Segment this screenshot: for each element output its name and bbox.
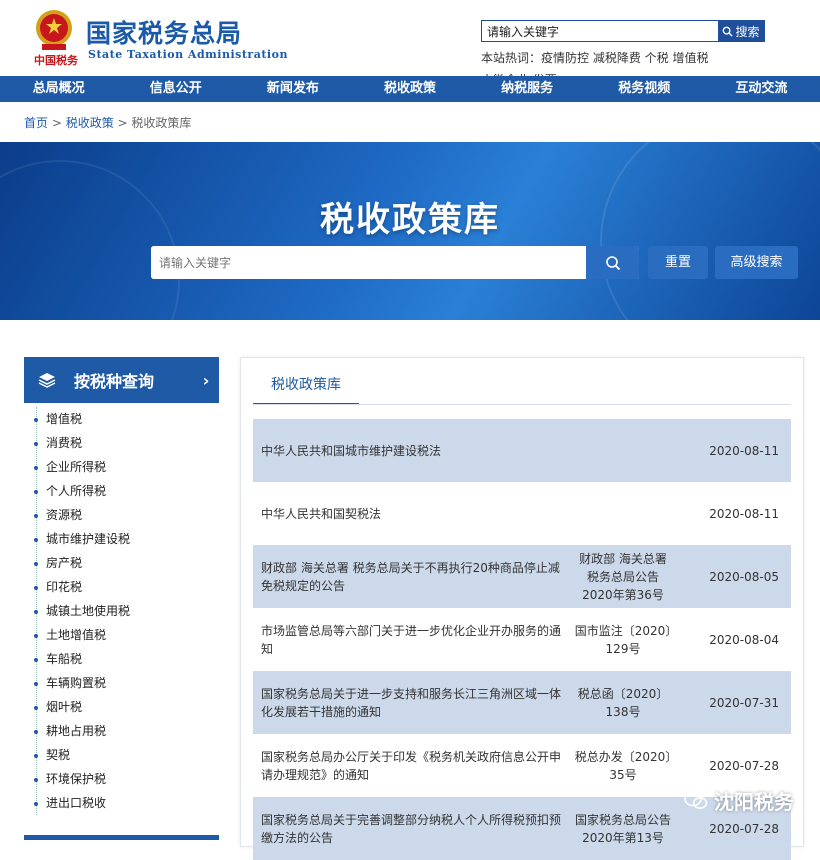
policy-banner: 税收政策库 重置 高级搜索 [0, 142, 820, 320]
advanced-search-button[interactable]: 高级搜索 [715, 246, 798, 279]
list-item[interactable]: 中华人民共和国城市维护建设税法 2020-08-11 [253, 419, 791, 482]
sidebar-item-urban-maintenance-tax[interactable]: 城市维护建设税 [34, 527, 219, 551]
breadcrumb-separator: > [48, 116, 66, 130]
policy-date: 2020-07-28 [709, 758, 779, 773]
tab-policy-library[interactable]: 税收政策库 [253, 372, 359, 405]
sidebar-item-deed-tax[interactable]: 契税 [34, 743, 219, 767]
sidebar-item-vehicle-vessel-tax[interactable]: 车船税 [34, 647, 219, 671]
wechat-watermark: 沈阳税务 [684, 786, 794, 815]
policy-title[interactable]: 中华人民共和国契税法 [253, 505, 563, 523]
divider [253, 404, 791, 405]
policy-title[interactable]: 国家税务总局关于进一步支持和服务长江三角洲区域一体化发展若干措施的通知 [253, 685, 563, 721]
site-header: 中国税务 国家税务总局 State Taxation Administratio… [0, 0, 820, 87]
top-search-input[interactable] [482, 21, 718, 41]
policy-date: 2020-07-31 [709, 695, 779, 710]
policy-doc-number: 国家税务总局公告2020年第13号 [574, 812, 671, 845]
policy-date: 2020-08-11 [709, 506, 779, 521]
nav-item-video[interactable]: 税务视频 [586, 76, 703, 102]
breadcrumb-separator: > [113, 116, 132, 130]
nav-item-interaction[interactable]: 互动交流 [703, 76, 820, 102]
sidebar-item-environmental-tax[interactable]: 环境保护税 [34, 767, 219, 791]
nav-item-info-disclosure[interactable]: 信息公开 [117, 76, 234, 102]
sidebar-list: 增值税 消费税 企业所得税 个人所得税 资源税 城市维护建设税 房产税 印花税 … [34, 407, 219, 815]
policy-date: 2020-08-05 [709, 569, 779, 584]
nav-item-tax-service[interactable]: 纳税服务 [469, 76, 586, 102]
nav-item-news[interactable]: 新闻发布 [234, 76, 351, 102]
national-emblem-icon [36, 10, 72, 50]
search-icon [723, 26, 734, 37]
sidebar-item-vehicle-purchase-tax[interactable]: 车辆购置税 [34, 671, 219, 695]
policy-title[interactable]: 财政部 海关总署 税务总局关于不再执行20种商品停止减免税规定的公告 [253, 559, 563, 595]
layers-icon [38, 373, 56, 388]
sidebar-title: 按税种查询 [74, 372, 155, 391]
policy-search-button[interactable] [586, 246, 639, 279]
policy-title[interactable]: 国家税务总局办公厅关于印发《税务机关政府信息公开申请办理规范》的通知 [253, 748, 563, 784]
sidebar-item-farmland-occupation-tax[interactable]: 耕地占用税 [34, 719, 219, 743]
breadcrumb-home[interactable]: 首页 [24, 116, 48, 130]
breadcrumb: 首页 > 税收政策 > 税收政策库 [24, 114, 191, 131]
list-item[interactable]: 财政部 海关总署 税务总局关于不再执行20种商品停止减免税规定的公告 财政部 海… [253, 545, 791, 608]
site-name-cn[interactable]: 国家税务总局 [86, 14, 242, 50]
main-nav: 总局概况 信息公开 新闻发布 税收政策 纳税服务 税务视频 互动交流 [0, 76, 820, 102]
reset-button[interactable]: 重置 [648, 246, 708, 279]
policy-date: 2020-08-04 [709, 632, 779, 647]
sidebar-item-land-appreciation-tax[interactable]: 土地增值税 [34, 623, 219, 647]
breadcrumb-current: 税收政策库 [131, 116, 192, 130]
sidebar-item-corporate-income-tax[interactable]: 企业所得税 [34, 455, 219, 479]
list-item[interactable]: 国家税务总局关于进一步支持和服务长江三角洲区域一体化发展若干措施的通知 税总函〔… [253, 671, 791, 734]
tax-type-sidebar: 按税种查询 › 增值税 消费税 企业所得税 个人所得税 资源税 城市维护建设税 … [24, 357, 219, 840]
top-search-button[interactable]: 搜索 [718, 21, 764, 41]
sidebar-item-individual-income-tax[interactable]: 个人所得税 [34, 479, 219, 503]
list-item[interactable]: 中华人民共和国契税法 2020-08-11 [253, 482, 791, 545]
policy-title[interactable]: 市场监管总局等六部门关于进一步优化企业开办服务的通知 [253, 622, 563, 658]
sidebar-item-urban-land-use-tax[interactable]: 城镇土地使用税 [34, 599, 219, 623]
policy-date: 2020-07-28 [709, 821, 779, 836]
sidebar-item-stamp-tax[interactable]: 印花税 [34, 575, 219, 599]
sidebar-item-import-export-tax[interactable]: 进出口税收 [34, 791, 219, 815]
policy-doc-number: 财政部 海关总署 税务总局公告2020年第36号 [579, 551, 667, 602]
banner-title: 税收政策库 [320, 200, 500, 240]
policy-doc-number: 税总办发〔2020〕35号 [574, 749, 672, 782]
breadcrumb-tax-policy[interactable]: 税收政策 [66, 116, 114, 130]
policy-title[interactable]: 中华人民共和国城市维护建设税法 [253, 442, 563, 460]
sidebar-item-property-tax[interactable]: 房产税 [34, 551, 219, 575]
sidebar-item-consumption-tax[interactable]: 消费税 [34, 431, 219, 455]
policy-doc-number: 税总函〔2020〕138号 [577, 686, 669, 719]
policy-title[interactable]: 国家税务总局关于完善调整部分纳税人个人所得税预扣预缴方法的公告 [253, 811, 563, 847]
wechat-icon [684, 791, 708, 809]
sidebar-item-resource-tax[interactable]: 资源税 [34, 503, 219, 527]
site-name-en: State Taxation Administration [88, 48, 288, 61]
top-search-button-label: 搜索 [735, 24, 760, 39]
chevron-right-icon: › [202, 370, 210, 390]
search-icon [605, 255, 620, 270]
policy-search-input[interactable] [151, 246, 586, 279]
sidebar-header[interactable]: 按税种查询 › [24, 357, 219, 403]
nav-item-overview[interactable]: 总局概况 [0, 76, 117, 102]
policy-doc-number: 国市监注〔2020〕129号 [574, 623, 672, 656]
nav-item-tax-policy[interactable]: 税收政策 [351, 76, 468, 102]
sidebar-item-tobacco-leaf-tax[interactable]: 烟叶税 [34, 695, 219, 719]
list-item[interactable]: 市场监管总局等六部门关于进一步优化企业开办服务的通知 国市监注〔2020〕129… [253, 608, 791, 671]
watermark-text: 沈阳税务 [714, 790, 794, 814]
sidebar-item-vat[interactable]: 增值税 [34, 407, 219, 431]
top-search-box: 搜索 [481, 20, 765, 42]
policy-search-box [151, 246, 639, 279]
logo-script-text: 中国税务 [34, 54, 78, 67]
policy-list-panel: 税收政策库 中华人民共和国城市维护建设税法 2020-08-11 中华人民共和国… [240, 357, 804, 860]
sidebar-footer-bar [24, 835, 219, 840]
policy-date: 2020-08-11 [709, 443, 779, 458]
